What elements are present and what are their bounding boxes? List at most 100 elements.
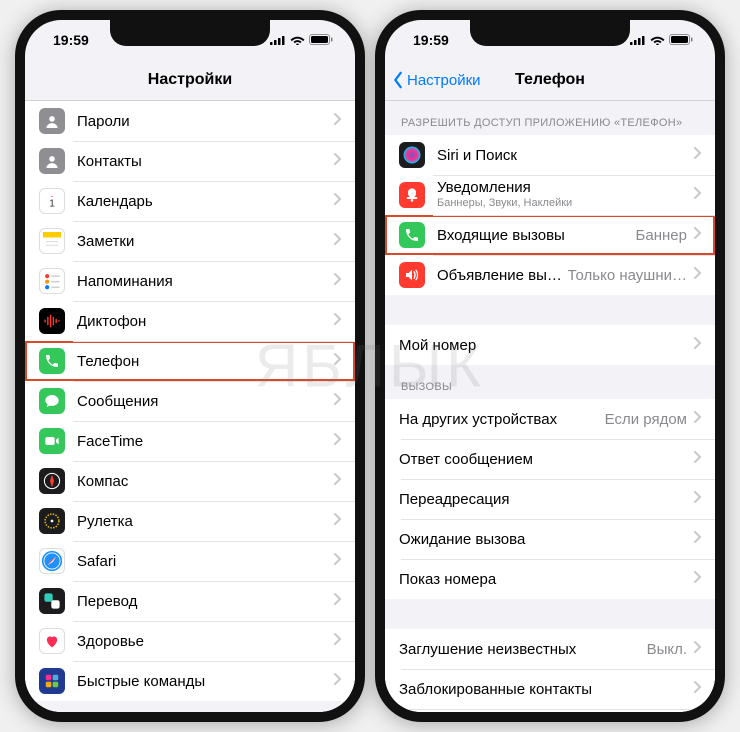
- chevron-right-icon: [333, 392, 341, 410]
- chevron-right-icon: [333, 152, 341, 170]
- voice-memo-row[interactable]: Диктофон: [25, 301, 355, 341]
- row-label: Контакты: [77, 153, 333, 170]
- row-label: На других устройствах: [399, 411, 605, 428]
- facetime-row[interactable]: FaceTime: [25, 421, 355, 461]
- chevron-right-icon: [693, 226, 701, 244]
- chevron-right-icon: [693, 490, 701, 508]
- health-icon: [39, 628, 65, 654]
- row-label: FaceTime: [77, 433, 333, 450]
- row-label: Ответ сообщением: [399, 451, 693, 468]
- chevron-right-icon: [693, 146, 701, 164]
- translate-icon: [39, 588, 65, 614]
- messages-row[interactable]: Сообщения: [25, 381, 355, 421]
- chevron-right-icon: [693, 186, 701, 204]
- item-row[interactable]: Мой номер: [385, 325, 715, 365]
- row-label: Заметки: [77, 233, 333, 250]
- item-row[interactable]: Переадресация: [385, 479, 715, 519]
- chevron-right-icon: [333, 472, 341, 490]
- key-row[interactable]: Пароли: [25, 101, 355, 141]
- chevron-right-icon: [333, 632, 341, 650]
- signal-icon: [630, 32, 646, 48]
- announce-icon: [399, 262, 425, 288]
- announce-row[interactable]: Объявление вызововТолько наушни…: [385, 255, 715, 295]
- phone-icon: [39, 348, 65, 374]
- contacts-row[interactable]: Контакты: [25, 141, 355, 181]
- row-value: Баннер: [636, 227, 687, 244]
- notifications-row[interactable]: УведомленияБаннеры, Звуки, Наклейки: [385, 175, 715, 215]
- item-row[interactable]: Сообщать о спаме (SMS/звонки): [385, 709, 715, 712]
- row-label: Напоминания: [77, 273, 333, 290]
- settings-list[interactable]: Пароли Контакты •1 Календарь Заметки Напомина…: [25, 101, 355, 712]
- row-label: Уведомления: [437, 179, 693, 197]
- chevron-right-icon: [333, 672, 341, 690]
- navbar-left: Настройки: [25, 60, 355, 101]
- item-row[interactable]: Ответ сообщением: [385, 439, 715, 479]
- screen-left: 19:59 Настройки Пароли Контакты •1 Календар…: [25, 20, 355, 712]
- phone-left: 19:59 Настройки Пароли Контакты •1 Календар…: [15, 10, 365, 722]
- wifi-icon: [650, 32, 665, 48]
- row-value: Если рядом: [605, 411, 687, 428]
- reminders-row[interactable]: Напоминания: [25, 261, 355, 301]
- back-label: Настройки: [407, 72, 481, 89]
- section-header-calls: ВЫЗОВЫ: [385, 365, 715, 399]
- battery-icon: [669, 32, 693, 48]
- back-button[interactable]: Настройки: [391, 71, 481, 89]
- notes-row[interactable]: Заметки: [25, 221, 355, 261]
- row-label: Объявление вызовов: [437, 267, 568, 284]
- item-row[interactable]: Ожидание вызова: [385, 519, 715, 559]
- row-label: Быстрые команды: [77, 673, 333, 690]
- row-label: Пароли: [77, 113, 333, 130]
- row-label: Safari: [77, 553, 333, 570]
- safari-row[interactable]: Safari: [25, 541, 355, 581]
- svg-text:1: 1: [49, 198, 55, 209]
- chevron-right-icon: [333, 552, 341, 570]
- section-header-allow: РАЗРЕШИТЬ ДОСТУП ПРИЛОЖЕНИЮ «ТЕЛЕФОН»: [385, 101, 715, 135]
- chevron-right-icon: [333, 512, 341, 530]
- notes-icon: [39, 228, 65, 254]
- navbar-right: Настройки Телефон: [385, 60, 715, 101]
- chevron-right-icon: [333, 272, 341, 290]
- notch: [110, 20, 270, 46]
- key-icon: [39, 108, 65, 134]
- notch: [470, 20, 630, 46]
- facetime-icon: [39, 428, 65, 454]
- row-label: Мой номер: [399, 337, 693, 354]
- row-label: Заблокированные контакты: [399, 681, 693, 698]
- row-label: Здоровье: [77, 633, 333, 650]
- compass-icon: [39, 468, 65, 494]
- siri-icon: [399, 142, 425, 168]
- chevron-right-icon: [693, 680, 701, 698]
- row-label: Сообщения: [77, 393, 333, 410]
- chevron-right-icon: [693, 410, 701, 428]
- chevron-right-icon: [333, 112, 341, 130]
- row-value: Выкл.: [647, 641, 687, 658]
- phone-settings-list[interactable]: РАЗРЕШИТЬ ДОСТУП ПРИЛОЖЕНИЮ «ТЕЛЕФОН» Si…: [385, 101, 715, 712]
- chevron-right-icon: [333, 352, 341, 370]
- health-row[interactable]: Здоровье: [25, 621, 355, 661]
- page-title: Телефон: [515, 71, 585, 89]
- measure-icon: [39, 508, 65, 534]
- contacts-icon: [39, 148, 65, 174]
- item-row[interactable]: Заблокированные контакты: [385, 669, 715, 709]
- phone-row[interactable]: Телефон: [25, 341, 355, 381]
- row-label: Рулетка: [77, 513, 333, 530]
- translate-row[interactable]: Перевод: [25, 581, 355, 621]
- battery-icon: [309, 32, 333, 48]
- siri-row[interactable]: Siri и Поиск: [385, 135, 715, 175]
- measure-row[interactable]: Рулетка: [25, 501, 355, 541]
- item-row[interactable]: На других устройствахЕсли рядом: [385, 399, 715, 439]
- item-row[interactable]: Показ номера: [385, 559, 715, 599]
- calendar-icon: •1: [39, 188, 65, 214]
- shortcuts-row[interactable]: Быстрые команды: [25, 661, 355, 701]
- compass-row[interactable]: Компас: [25, 461, 355, 501]
- row-label: Ожидание вызова: [399, 531, 693, 548]
- row-label: Заглушение неизвестных: [399, 641, 647, 658]
- notifications-icon: [399, 182, 425, 208]
- row-label: Календарь: [77, 193, 333, 210]
- calendar-row[interactable]: •1 Календарь: [25, 181, 355, 221]
- incoming-row[interactable]: Входящие вызовыБаннер: [385, 215, 715, 255]
- status-time: 19:59: [53, 32, 89, 48]
- row-label: Siri и Поиск: [437, 147, 693, 164]
- phone-right: 19:59 Настройки Телефон РАЗРЕШИТЬ ДОСТУП…: [375, 10, 725, 722]
- item-row[interactable]: Заглушение неизвестныхВыкл.: [385, 629, 715, 669]
